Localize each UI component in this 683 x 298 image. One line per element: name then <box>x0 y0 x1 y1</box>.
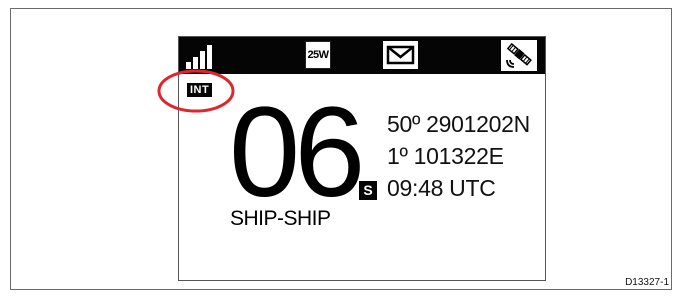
satellite-icon <box>501 40 537 71</box>
envelope-icon <box>383 41 418 69</box>
longitude-text: 1º 101322E <box>387 143 504 169</box>
time-text: 09:48 UTC <box>387 175 496 201</box>
latitude-text: 50º 2901202N <box>387 111 530 137</box>
channel-number: 06 <box>229 81 365 224</box>
power-level-badge: 25W <box>305 41 331 69</box>
s-badge: S <box>359 181 377 200</box>
highlight-ellipse-annotation <box>157 69 235 113</box>
channel-name: SHIP-SHIP <box>230 207 331 230</box>
figure-id: D13327-1 <box>625 277 669 288</box>
signal-bars-icon <box>186 45 212 69</box>
